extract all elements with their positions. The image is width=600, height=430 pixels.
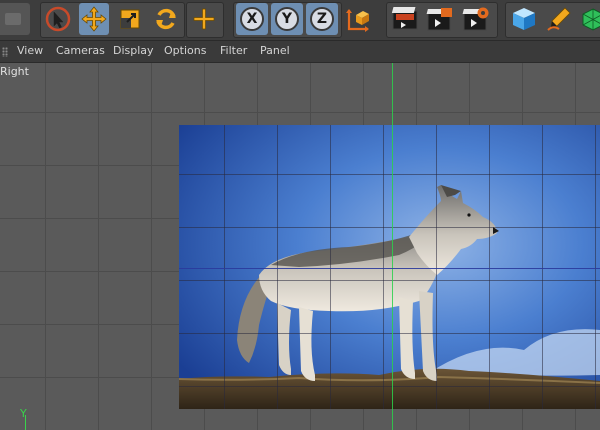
main-toolbar: X Y Z	[0, 0, 600, 41]
coordinate-system-button[interactable]	[343, 3, 373, 35]
coordinate-system-icon	[344, 5, 372, 33]
undo-button[interactable]	[0, 3, 30, 35]
rotate-icon	[153, 6, 179, 32]
menu-view[interactable]: View	[17, 44, 43, 57]
live-selection-icon	[44, 5, 72, 33]
undo-placeholder-icon	[3, 9, 23, 29]
menu-cameras[interactable]: Cameras	[56, 44, 105, 57]
recent-tool-button[interactable]	[189, 3, 219, 35]
subdivision-icon	[579, 5, 600, 33]
cube-icon	[510, 5, 538, 33]
z-axis-icon: Z	[310, 7, 334, 31]
axis-gizmo-y-label: Y	[20, 407, 27, 420]
scale-button[interactable]	[115, 3, 145, 35]
menu-panel[interactable]: Panel	[260, 44, 290, 57]
panel-grip-icon[interactable]	[2, 47, 8, 57]
viewport-menu-bar: View Cameras Display Options Filter Pane…	[0, 41, 600, 63]
world-z-axis-line	[179, 268, 600, 269]
menu-display[interactable]: Display	[113, 44, 154, 57]
render-view-icon	[390, 5, 420, 33]
render-settings-icon	[461, 5, 491, 33]
menu-options[interactable]: Options	[164, 44, 206, 57]
subdivision-button[interactable]	[578, 3, 600, 35]
render-picture-viewer-icon	[425, 5, 455, 33]
y-axis-icon: Y	[275, 7, 299, 31]
live-selection-button[interactable]	[43, 3, 73, 35]
render-picture-viewer-button[interactable]	[424, 3, 456, 35]
cube-button[interactable]	[508, 3, 540, 35]
scale-icon	[117, 6, 143, 32]
pen-icon	[545, 5, 573, 33]
render-settings-button[interactable]	[460, 3, 492, 35]
background-image-wolf	[179, 125, 600, 409]
view-name-label: Right	[0, 65, 29, 78]
rotate-button[interactable]	[151, 3, 181, 35]
pen-button[interactable]	[543, 3, 575, 35]
world-y-axis-line	[392, 63, 393, 430]
move-icon	[80, 5, 108, 33]
z-axis-button[interactable]: Z	[306, 3, 338, 35]
y-axis-button[interactable]: Y	[271, 3, 303, 35]
x-axis-button[interactable]: X	[236, 3, 268, 35]
move-button[interactable]	[79, 3, 109, 35]
render-view-button[interactable]	[389, 3, 421, 35]
right-viewport[interactable]: Right Y	[0, 63, 600, 430]
menu-filter[interactable]: Filter	[220, 44, 247, 57]
x-axis-icon: X	[240, 7, 264, 31]
recent-tool-icon	[191, 6, 217, 32]
